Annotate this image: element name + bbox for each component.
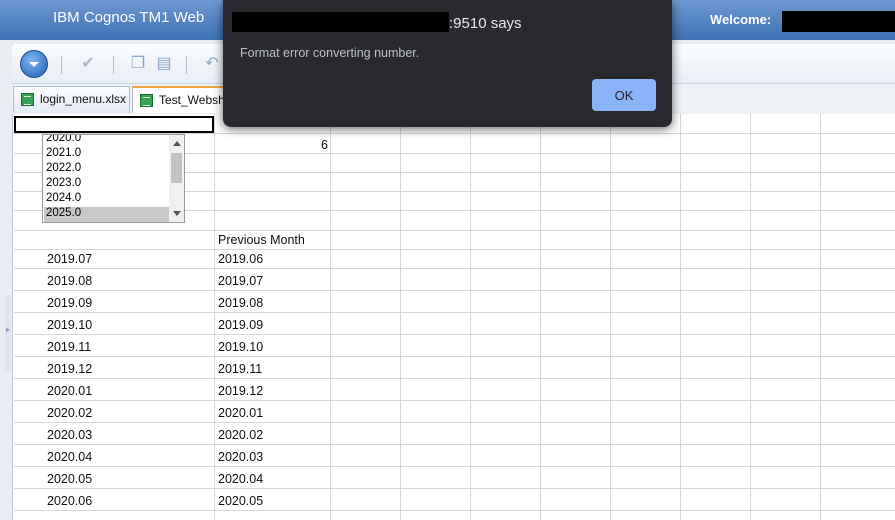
redacted-host xyxy=(232,12,449,32)
scroll-down-icon[interactable] xyxy=(173,211,181,216)
year-listbox[interactable]: 2020.0 2021.0 2022.0 2023.0 2024.0 2025.… xyxy=(42,134,185,223)
month-cell[interactable]: 2019.10 xyxy=(47,318,92,332)
grid-column-line xyxy=(750,114,751,520)
month-cell[interactable]: 2019.07 xyxy=(47,252,92,266)
year-option-selected[interactable]: 2025.0 xyxy=(44,207,170,222)
grid-column-line xyxy=(400,114,401,520)
previous-month-cell[interactable]: 2019.11 xyxy=(218,362,262,376)
paste-icon[interactable]: ▤ xyxy=(154,54,174,74)
grid-row-line xyxy=(14,334,895,335)
grid-column-line xyxy=(330,114,331,520)
year-option[interactable]: 2022.0 xyxy=(44,162,170,177)
copy-icon[interactable]: ❐ xyxy=(128,54,148,74)
grid-row-line xyxy=(14,230,895,231)
month-cell[interactable]: 2020.02 xyxy=(47,406,92,420)
grid-row-line xyxy=(14,400,895,401)
tab-label: login_menu.xlsx xyxy=(40,92,127,106)
tab-login-menu[interactable]: login_menu.xlsx xyxy=(13,86,130,113)
month-cell[interactable]: 2020.06 xyxy=(47,494,92,508)
listbox-scrollbar[interactable] xyxy=(169,135,184,222)
value-cell[interactable]: 6 xyxy=(321,138,328,152)
grid-row-line xyxy=(14,510,895,511)
year-option[interactable]: 2021.0 xyxy=(44,147,170,162)
previous-month-cell[interactable]: 2019.09 xyxy=(218,318,263,332)
previous-month-cell[interactable]: 2019.12 xyxy=(218,384,263,398)
grid-row-line xyxy=(14,488,895,489)
grid-row-line xyxy=(14,356,895,357)
grid-row-line xyxy=(14,378,895,379)
grid-column-line xyxy=(470,114,471,520)
checkmark-icon[interactable]: ✔ xyxy=(78,54,98,74)
previous-month-cell[interactable]: 2020.04 xyxy=(218,472,263,486)
previous-month-cell[interactable]: 2020.02 xyxy=(218,428,263,442)
toolbar-separator xyxy=(113,56,114,74)
month-cell[interactable]: 2020.04 xyxy=(47,450,92,464)
app-title: IBM Cognos TM1 Web xyxy=(53,9,205,26)
month-cell[interactable]: 2019.08 xyxy=(47,274,92,288)
year-option[interactable]: 2024.0 xyxy=(44,192,170,207)
expand-icon: ▸ xyxy=(6,325,11,334)
month-cell[interactable]: 2020.01 xyxy=(47,384,92,398)
active-cell[interactable] xyxy=(14,116,214,133)
alert-dialog: :9510 says Format error converting numbe… xyxy=(223,0,672,127)
previous-month-cell[interactable]: 2020.01 xyxy=(218,406,263,420)
spreadsheet-icon xyxy=(140,94,153,107)
grid-row-line xyxy=(14,422,895,423)
grid-column-line xyxy=(820,114,821,520)
side-panel-handle[interactable]: ▸ xyxy=(5,295,11,370)
tab-test-websheet[interactable]: Test_Websh xyxy=(132,86,224,113)
grid-row-line xyxy=(14,312,895,313)
month-cell[interactable]: 2020.05 xyxy=(47,472,92,486)
month-cell[interactable]: 2020.03 xyxy=(47,428,92,442)
redacted-username xyxy=(782,11,895,32)
grid-row-line xyxy=(14,249,895,250)
undo-icon[interactable]: ↶ xyxy=(202,54,222,74)
month-cell[interactable]: 2019.11 xyxy=(47,340,91,354)
grid-row-line xyxy=(14,444,895,445)
previous-month-cell[interactable]: 2019.08 xyxy=(218,296,263,310)
grid-column-line xyxy=(610,114,611,520)
month-cell[interactable]: 2019.09 xyxy=(47,296,92,310)
grid-row-line xyxy=(14,268,895,269)
previous-month-cell[interactable]: 2019.06 xyxy=(218,252,263,266)
tab-label: Test_Websh xyxy=(159,93,224,107)
scroll-thumb[interactable] xyxy=(171,153,182,183)
grid-column-line xyxy=(214,114,215,520)
previous-month-cell[interactable]: 2019.07 xyxy=(218,274,263,288)
scroll-up-icon[interactable] xyxy=(173,141,181,146)
grid-column-line xyxy=(680,114,681,520)
dialog-title: :9510 says xyxy=(449,15,522,32)
toolbar-separator xyxy=(186,56,187,74)
toolbar-separator xyxy=(61,56,62,74)
previous-month-header[interactable]: Previous Month xyxy=(218,233,305,247)
welcome-label: Welcome: xyxy=(710,12,772,27)
ok-button[interactable]: OK xyxy=(592,79,656,111)
month-cell[interactable]: 2019.12 xyxy=(47,362,92,376)
grid-row-line xyxy=(14,290,895,291)
dialog-message: Format error converting number. xyxy=(240,46,420,60)
year-option[interactable]: 2023.0 xyxy=(44,177,170,192)
grid-column-line xyxy=(540,114,541,520)
previous-month-cell[interactable]: 2020.03 xyxy=(218,450,263,464)
spreadsheet-icon xyxy=(21,93,34,106)
grid-row-line xyxy=(14,466,895,467)
menu-button[interactable] xyxy=(20,50,48,78)
previous-month-cell[interactable]: 2019.10 xyxy=(218,340,263,354)
year-option[interactable]: 2020.0 xyxy=(44,135,170,147)
previous-month-cell[interactable]: 2020.05 xyxy=(218,494,263,508)
